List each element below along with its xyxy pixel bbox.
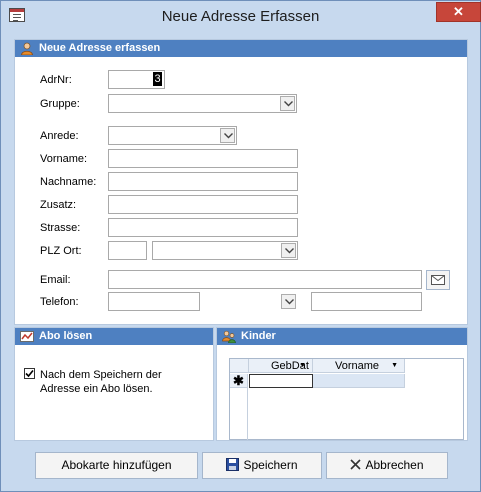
envelope-icon: [431, 275, 445, 285]
people-icon: [222, 330, 236, 343]
grid-corner[interactable]: [230, 359, 249, 373]
column-sort-icon[interactable]: ▼: [299, 359, 306, 373]
ort-combo[interactable]: [152, 241, 298, 260]
anrede-combo[interactable]: [108, 126, 237, 145]
email-field[interactable]: [108, 270, 422, 289]
nachname-field[interactable]: [108, 172, 298, 191]
abo-section-title: Abo lösen: [39, 330, 93, 342]
window-title: Neue Adresse Erfassen: [161, 8, 320, 25]
abo-checkbox-label: Nach dem Speichern der Adresse ein Abo l…: [40, 368, 162, 396]
cancel-button-label: Abbrechen: [365, 458, 424, 472]
plz-ort-label: PLZ Ort:: [40, 245, 82, 257]
address-section-title: Neue Adresse erfassen: [39, 42, 161, 54]
gruppe-combo[interactable]: [108, 94, 297, 113]
row-selector-column: [230, 388, 248, 440]
chevron-down-icon[interactable]: [280, 96, 295, 111]
close-icon: ✕: [453, 4, 464, 19]
column-header-gebdat[interactable]: GebDat ▼: [249, 359, 313, 373]
chevron-down-icon[interactable]: [281, 294, 296, 309]
cancel-button[interactable]: Abbrechen: [326, 452, 448, 479]
dialog-window: Neue Adresse Erfassen ✕ Neue Adresse erf…: [0, 0, 481, 492]
vorname-cell[interactable]: [313, 374, 405, 388]
plz-field[interactable]: [108, 241, 147, 260]
abo-section-header: Abo lösen: [15, 328, 213, 345]
person-icon: [21, 42, 33, 55]
kinder-subform[interactable]: GebDat ▼ Vorname ▼ ✱: [229, 358, 464, 440]
adrnr-value: 3: [153, 72, 162, 86]
column-header-vorname-label: Vorname: [335, 360, 380, 372]
x-icon: [350, 459, 362, 470]
gruppe-label: Gruppe:: [40, 98, 80, 110]
vorname-field[interactable]: [108, 149, 298, 168]
new-row-marker[interactable]: ✱: [230, 374, 248, 388]
vorname-label: Vorname:: [40, 153, 88, 165]
abokarte-button[interactable]: Abokarte hinzufügen: [35, 452, 198, 479]
abo-section: Abo lösen Nach dem Speichern der Adresse…: [14, 327, 214, 441]
nachname-label: Nachname:: [40, 176, 97, 188]
email-label: Email:: [40, 274, 71, 286]
close-button[interactable]: ✕: [436, 2, 481, 22]
kinder-section-header: Kinder: [217, 328, 467, 345]
gebdat-cell[interactable]: [249, 374, 313, 388]
kinder-section: Kinder GebDat ▼ Vorname ▼ ✱: [216, 327, 468, 441]
title-bar[interactable]: Neue Adresse Erfassen ✕: [1, 1, 481, 32]
kinder-section-title: Kinder: [241, 330, 276, 342]
adrnr-label: AdrNr:: [40, 74, 72, 86]
telefon-type-combo[interactable]: [278, 293, 297, 312]
chevron-down-icon[interactable]: [220, 128, 235, 143]
column-header-vorname[interactable]: Vorname ▼: [313, 359, 405, 373]
save-button-label: Speichern: [243, 458, 298, 472]
adrnr-field[interactable]: 3: [108, 70, 165, 89]
zusatz-label: Zusatz:: [40, 199, 77, 211]
abo-checkbox-label-line2: Adresse ein Abo lösen.: [40, 383, 153, 395]
abokarte-button-label: Abokarte hinzufügen: [61, 458, 172, 472]
telefon2-field[interactable]: [311, 292, 422, 311]
abo-checkbox-label-line1: Nach dem Speichern der: [40, 369, 162, 381]
abo-checkbox[interactable]: [24, 368, 35, 379]
chevron-down-icon[interactable]: [281, 243, 296, 258]
checkmark-icon: [25, 369, 34, 378]
save-button[interactable]: Speichern: [202, 452, 322, 479]
strasse-label: Strasse:: [40, 222, 81, 234]
telefon-field[interactable]: [108, 292, 200, 311]
form-body: Neue Adresse erfassen AdrNr: 3 Gruppe: A…: [8, 32, 475, 486]
anrede-label: Anrede:: [40, 130, 79, 142]
address-section: Neue Adresse erfassen AdrNr: 3 Gruppe: A…: [14, 39, 468, 325]
zusatz-field[interactable]: [108, 195, 298, 214]
floppy-disk-icon: [226, 458, 240, 472]
strasse-field[interactable]: [108, 218, 298, 237]
column-sort-icon[interactable]: ▼: [391, 359, 398, 373]
address-section-header: Neue Adresse erfassen: [15, 40, 467, 57]
chart-icon: [20, 331, 34, 342]
telefon-label: Telefon:: [40, 296, 79, 308]
email-button[interactable]: [426, 270, 450, 290]
